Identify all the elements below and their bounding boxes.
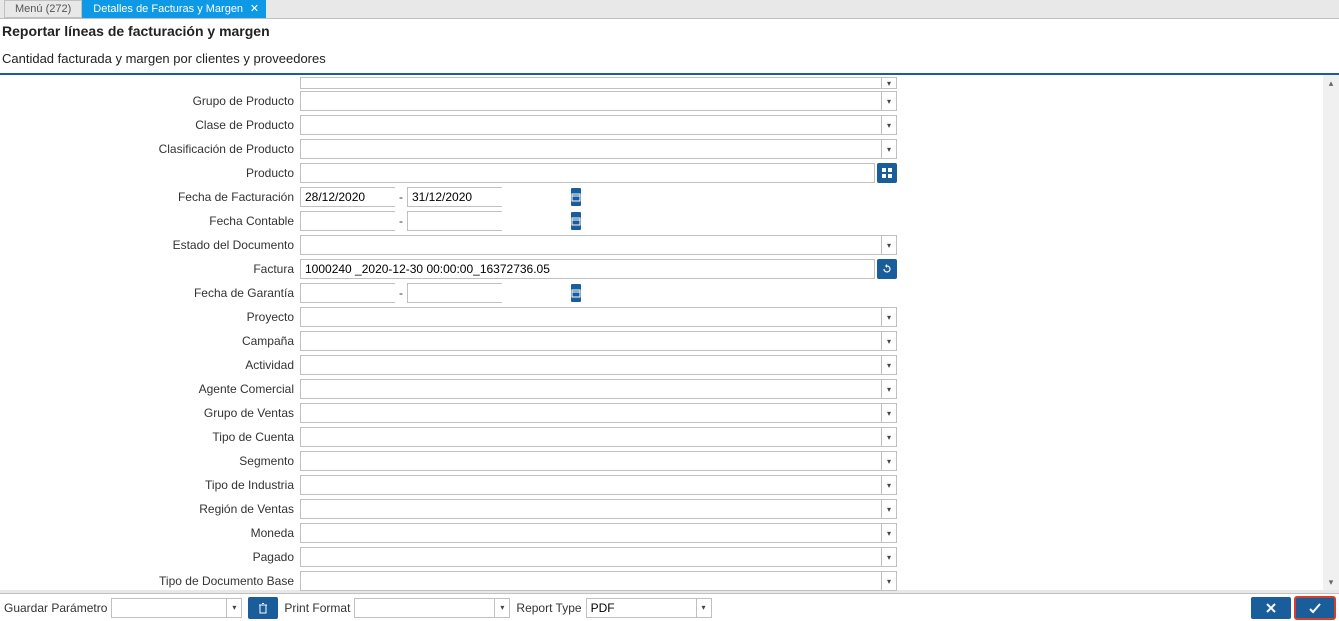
tab-menu[interactable]: Menú (272) <box>4 0 82 18</box>
chevron-down-icon[interactable]: ▾ <box>881 307 897 327</box>
grid-icon[interactable] <box>877 163 897 183</box>
chevron-down-icon[interactable]: ▾ <box>881 331 897 351</box>
chevron-down-icon[interactable]: ▾ <box>881 403 897 423</box>
agente-comercial-input[interactable] <box>300 379 881 399</box>
factura-label: Factura <box>0 262 300 276</box>
tipo-cuenta-input[interactable] <box>300 427 881 447</box>
fecha-contable-to-input[interactable] <box>408 212 571 230</box>
guardar-parametro-label: Guardar Parámetro <box>4 601 111 615</box>
estado-documento-input[interactable] <box>300 235 881 255</box>
estado-documento-label: Estado del Documento <box>0 238 300 252</box>
agente-comercial-label: Agente Comercial <box>0 382 300 396</box>
trash-icon <box>257 602 269 614</box>
campana-input[interactable] <box>300 331 881 351</box>
proyecto-input[interactable] <box>300 307 881 327</box>
chevron-down-icon[interactable]: ▾ <box>881 235 897 255</box>
region-ventas-label: Región de Ventas <box>0 502 300 516</box>
chevron-down-icon[interactable]: ▾ <box>881 427 897 447</box>
actividad-label: Actividad <box>0 358 300 372</box>
fecha-contable-label: Fecha Contable <box>0 214 300 228</box>
segmento-input[interactable] <box>300 451 881 471</box>
cancel-button[interactable] <box>1251 597 1291 619</box>
delete-button[interactable] <box>248 597 278 619</box>
producto-input[interactable] <box>300 163 875 183</box>
tab-bar: Menú (272) Detalles de Facturas y Margen… <box>0 0 1339 18</box>
range-separator: - <box>399 214 403 228</box>
close-icon[interactable]: ✕ <box>250 2 259 15</box>
producto-label: Producto <box>0 166 300 180</box>
check-icon <box>1307 601 1323 615</box>
clasificacion-producto-input[interactable] <box>300 139 881 159</box>
chevron-down-icon[interactable]: ▾ <box>881 115 897 135</box>
grupo-ventas-input[interactable] <box>300 403 881 423</box>
chevron-down-icon[interactable]: ▾ <box>696 598 712 618</box>
range-separator: - <box>399 190 403 204</box>
moneda-label: Moneda <box>0 526 300 540</box>
proyecto-label: Proyecto <box>0 310 300 324</box>
chevron-down-icon[interactable]: ▾ <box>881 499 897 519</box>
guardar-parametro-input[interactable] <box>111 598 226 618</box>
chevron-down-icon[interactable]: ▾ <box>881 475 897 495</box>
calendar-icon[interactable] <box>571 284 581 302</box>
tab-detalles-label: Detalles de Facturas y Margen <box>93 3 243 15</box>
grupo-producto-label: Grupo de Producto <box>0 94 300 108</box>
chevron-down-icon[interactable]: ▾ <box>881 139 897 159</box>
print-format-input[interactable] <box>354 598 494 618</box>
segmento-label: Segmento <box>0 454 300 468</box>
calendar-icon[interactable] <box>571 212 581 230</box>
actividad-input[interactable] <box>300 355 881 375</box>
grupo-ventas-label: Grupo de Ventas <box>0 406 300 420</box>
confirm-button[interactable] <box>1295 597 1335 619</box>
print-format-label: Print Format <box>284 601 354 615</box>
chevron-down-icon[interactable]: ▾ <box>881 355 897 375</box>
fecha-facturacion-label: Fecha de Facturación <box>0 190 300 204</box>
close-icon <box>1264 601 1278 615</box>
report-form: ▾ Grupo de Producto ▾ Clase de Producto … <box>0 75 900 593</box>
report-type-label: Report Type <box>516 601 585 615</box>
page-title: Reportar líneas de facturación y margen <box>2 23 1337 39</box>
fecha-garantia-to-input[interactable] <box>408 284 571 302</box>
range-separator: - <box>399 286 403 300</box>
tipo-documento-base-input[interactable] <box>300 571 881 591</box>
factura-input[interactable] <box>300 259 875 279</box>
chevron-down-icon[interactable]: ▾ <box>881 379 897 399</box>
chevron-down-icon[interactable]: ▾ <box>494 598 510 618</box>
clasificacion-producto-label: Clasificación de Producto <box>0 142 300 156</box>
fecha-facturacion-to-input[interactable] <box>408 188 571 206</box>
bottom-toolbar: Guardar Parámetro ▾ Print Format ▾ Repor… <box>0 593 1339 621</box>
page-subtitle: Cantidad facturada y margen por clientes… <box>2 51 1337 66</box>
chevron-down-icon[interactable]: ▾ <box>881 451 897 471</box>
scroll-up-icon[interactable]: ▴ <box>1323 75 1339 91</box>
chevron-down-icon[interactable]: ▾ <box>881 571 897 591</box>
chevron-down-icon[interactable]: ▾ <box>881 91 897 111</box>
fecha-garantia-label: Fecha de Garantía <box>0 286 300 300</box>
calendar-icon[interactable] <box>571 188 581 206</box>
tipo-industria-label: Tipo de Industria <box>0 478 300 492</box>
pagado-label: Pagado <box>0 550 300 564</box>
moneda-input[interactable] <box>300 523 881 543</box>
chevron-down-icon[interactable]: ▾ <box>226 598 242 618</box>
tipo-cuenta-label: Tipo de Cuenta <box>0 430 300 444</box>
report-type-input[interactable] <box>586 598 696 618</box>
field-cutoff-input[interactable] <box>300 77 881 89</box>
clase-producto-label: Clase de Producto <box>0 118 300 132</box>
chevron-down-icon[interactable]: ▾ <box>881 77 897 89</box>
redo-icon[interactable] <box>877 259 897 279</box>
region-ventas-input[interactable] <box>300 499 881 519</box>
chevron-down-icon[interactable]: ▾ <box>881 523 897 543</box>
tipo-industria-input[interactable] <box>300 475 881 495</box>
grupo-producto-input[interactable] <box>300 91 881 111</box>
page-header: Reportar líneas de facturación y margen … <box>0 18 1339 75</box>
vertical-scrollbar[interactable]: ▴ ▾ <box>1323 75 1339 590</box>
form-scroll-area: ▾ Grupo de Producto ▾ Clase de Producto … <box>0 75 1339 590</box>
tab-detalles-facturas[interactable]: Detalles de Facturas y Margen ✕ <box>82 0 266 18</box>
campana-label: Campaña <box>0 334 300 348</box>
tab-menu-label: Menú (272) <box>15 3 71 15</box>
scroll-down-icon[interactable]: ▾ <box>1323 574 1339 590</box>
tipo-documento-base-label: Tipo de Documento Base <box>0 574 300 588</box>
clase-producto-input[interactable] <box>300 115 881 135</box>
chevron-down-icon[interactable]: ▾ <box>881 547 897 567</box>
pagado-input[interactable] <box>300 547 881 567</box>
